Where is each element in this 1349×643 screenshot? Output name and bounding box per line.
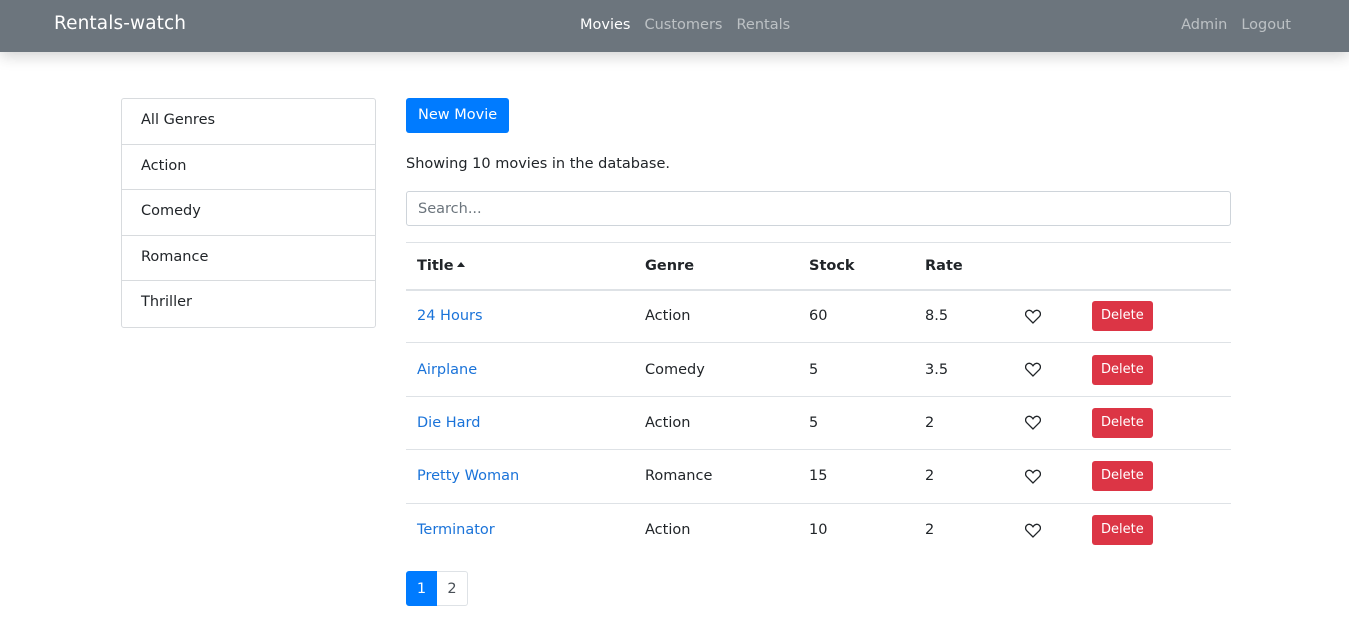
heart-icon[interactable] — [1025, 309, 1041, 324]
table-row: Airplane Comedy 5 3.5 Delete — [406, 343, 1231, 397]
movies-table: Title Genre Stock Rate 24 Hours Action 6… — [406, 242, 1231, 556]
movie-title-link[interactable]: Die Hard — [417, 415, 480, 431]
heart-icon[interactable] — [1025, 523, 1041, 538]
movie-stock: 60 — [809, 308, 828, 325]
column-header-like — [1014, 243, 1081, 290]
pagination: 1 2 — [406, 571, 468, 606]
movie-stock: 10 — [809, 522, 828, 538]
movie-rate: 8.5 — [925, 308, 949, 325]
page-button-2[interactable]: 2 — [437, 571, 468, 606]
column-header-rate[interactable]: Rate — [914, 243, 1014, 290]
genre-list: All Genres Action Comedy Romance Thrille… — [121, 98, 376, 328]
nav-link-rentals[interactable]: Rentals — [736, 17, 790, 33]
movie-genre: Action — [645, 522, 691, 538]
column-header-title[interactable]: Title — [406, 243, 634, 290]
movie-rate: 3.5 — [925, 361, 949, 378]
column-header-delete — [1081, 243, 1231, 290]
movie-title-link[interactable]: Pretty Woman — [417, 468, 519, 484]
table-row: 24 Hours Action 60 8.5 Delete — [406, 290, 1231, 343]
table-row: Terminator Action 10 2 Delete — [406, 503, 1231, 556]
brand-link[interactable]: Rentals-watch — [54, 13, 186, 34]
table-row: Pretty Woman Romance 15 2 Delete — [406, 450, 1231, 504]
new-movie-button[interactable]: New Movie — [406, 98, 510, 133]
table-header-row: Title Genre Stock Rate — [406, 242, 1231, 290]
nav-link-movies[interactable]: Movies — [580, 17, 630, 33]
movie-genre: Action — [645, 414, 691, 431]
movie-stock: 5 — [809, 414, 819, 431]
genre-item-thriller[interactable]: Thriller — [122, 281, 375, 327]
movie-rate: 2 — [925, 522, 935, 538]
table-row: Die Hard Action 5 2 Delete — [406, 396, 1231, 450]
movie-genre: Comedy — [645, 361, 705, 378]
movie-genre: Action — [645, 308, 691, 325]
delete-button[interactable]: Delete — [1092, 407, 1153, 438]
column-header-genre[interactable]: Genre — [634, 243, 798, 290]
delete-button[interactable]: Delete — [1092, 461, 1153, 492]
genre-item-action[interactable]: Action — [122, 145, 375, 190]
page-button-1[interactable]: 1 — [406, 571, 437, 606]
top-navbar: Rentals-watch Movies Customers Rentals A… — [0, 0, 1349, 52]
delete-button[interactable]: Delete — [1092, 301, 1153, 332]
column-header-title-label: Title — [417, 257, 454, 274]
heart-icon[interactable] — [1025, 415, 1041, 431]
movie-stock: 5 — [809, 361, 819, 378]
nav-link-admin[interactable]: Admin — [1181, 17, 1227, 33]
movie-stock: 15 — [809, 468, 828, 485]
nav-link-logout[interactable]: Logout — [1241, 17, 1291, 33]
genre-item-comedy[interactable]: Comedy — [122, 190, 375, 236]
column-header-stock[interactable]: Stock — [798, 243, 914, 290]
movie-title-link[interactable]: 24 Hours — [417, 308, 483, 324]
movie-genre: Romance — [645, 468, 713, 485]
movie-title-link[interactable]: Terminator — [417, 522, 495, 538]
movie-rate: 2 — [925, 468, 935, 485]
heart-icon[interactable] — [1025, 469, 1041, 484]
genre-item-all[interactable]: All Genres — [122, 99, 375, 145]
nav-link-customers[interactable]: Customers — [644, 17, 722, 33]
movie-rate: 2 — [925, 414, 935, 431]
movies-panel: New Movie Showing 10 movies in the datab… — [406, 98, 1231, 606]
sort-asc-icon — [456, 261, 465, 267]
movie-title-link[interactable]: Airplane — [417, 362, 477, 378]
heart-icon[interactable] — [1025, 362, 1041, 377]
delete-button[interactable]: Delete — [1092, 515, 1153, 545]
delete-button[interactable]: Delete — [1092, 354, 1153, 385]
user-nav: Admin Logout — [1167, 17, 1291, 33]
movie-count-text: Showing 10 movies in the database. — [406, 156, 670, 172]
search-input[interactable] — [406, 191, 1231, 226]
genre-item-romance[interactable]: Romance — [122, 236, 375, 281]
main-nav: Movies Customers Rentals — [580, 17, 804, 33]
